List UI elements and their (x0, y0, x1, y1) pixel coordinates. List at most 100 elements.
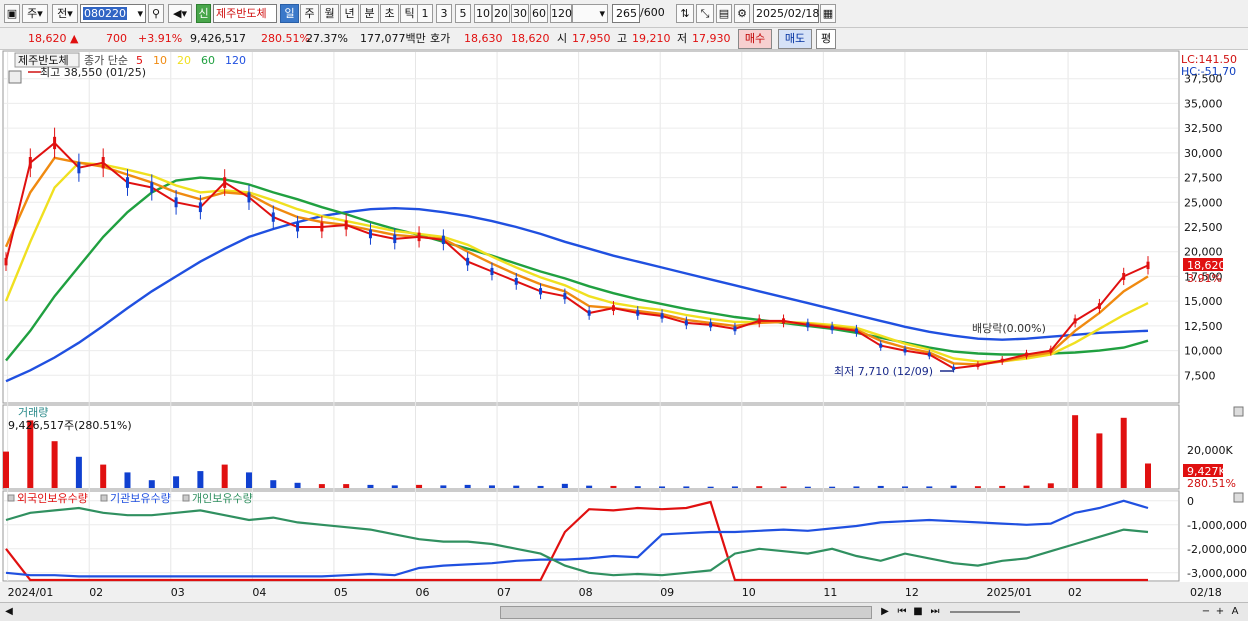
candle-body (854, 328, 858, 334)
interval-tab-5[interactable]: 5 (455, 4, 471, 23)
buy-button[interactable]: 매수 (738, 29, 772, 49)
speaker-icon[interactable]: ◀▾ (168, 4, 192, 23)
high-price: 19,210 (632, 32, 671, 45)
eval-button[interactable]: 평 (816, 29, 836, 49)
candle-body (466, 257, 470, 266)
interval-dropdown[interactable]: ▾ (572, 4, 608, 23)
interval-tab-60[interactable]: 60 (530, 4, 548, 23)
interval-tab-20[interactable]: 20 (492, 4, 510, 23)
sell-button[interactable]: 매도 (778, 29, 812, 49)
candle-body (441, 235, 445, 245)
volume-bar (294, 482, 301, 488)
x-axis-label: 2024/01 (8, 586, 54, 599)
price-y-tick: 7,500 (1184, 369, 1216, 382)
search-icon[interactable]: ⚲ (148, 4, 164, 23)
price-y-tick: 10,000 (1184, 345, 1223, 358)
rewind-icon[interactable]: ⏮ (894, 605, 910, 619)
interval-tab-30[interactable]: 30 (511, 4, 529, 23)
candle-body (296, 222, 300, 232)
volume-bar (877, 485, 884, 488)
zoom-out-icon[interactable]: − (1200, 605, 1212, 619)
volume-bar (1047, 483, 1054, 488)
candle-body (1025, 352, 1029, 357)
scroll-right-icon[interactable]: ▶ (880, 605, 890, 619)
period-tab-2[interactable]: 월 (320, 4, 339, 23)
type-select[interactable]: 주▾ (22, 4, 48, 23)
volume-bar (902, 486, 909, 488)
menu-icon[interactable]: ▣ (4, 4, 20, 23)
candle-body (879, 343, 883, 348)
volume-bar (464, 484, 471, 488)
count-input[interactable]: 265 (612, 4, 640, 23)
forward-icon[interactable]: ⏭ (928, 605, 942, 619)
calendar-icon[interactable]: ▦ (820, 4, 836, 23)
stock-chart[interactable]: 37,50035,00032,50030,00027,50025,00022,5… (0, 50, 1248, 602)
panel-settings-icon[interactable] (8, 70, 22, 84)
volume-bar (537, 485, 544, 488)
zoom-slider-track[interactable] (950, 611, 1020, 613)
holding-legend-label: 개인보유수량 (192, 492, 253, 505)
volume-bar (1096, 433, 1103, 488)
holdings-y-tick: -1,000,000 (1187, 519, 1247, 532)
period-tab-0[interactable]: 일 (280, 4, 299, 23)
period-tab-3[interactable]: 년 (340, 4, 359, 23)
interval-tab-1[interactable]: 1 (417, 4, 433, 23)
volume-panel (2, 404, 1180, 490)
chevron-down-icon[interactable]: ▾ (137, 5, 143, 22)
holdings-panel-close-icon[interactable] (1233, 492, 1244, 503)
quote-label: 호가 (430, 32, 451, 45)
volume-bar (270, 480, 277, 488)
interval-tab-3[interactable]: 3 (436, 4, 452, 23)
high-annotation: 최고 38,550 (01/25) (40, 66, 146, 79)
candle-body (514, 278, 518, 285)
interval-tab-120[interactable]: 120 (550, 4, 572, 23)
chart-scrollbar[interactable]: ◀ ▶ ⏮ ■ ⏭ − + A (0, 602, 1248, 621)
volume-bar (75, 456, 82, 488)
stock-name[interactable]: 제주반도체 (213, 4, 277, 23)
scroll-thumb[interactable] (500, 606, 872, 619)
price-change: 700 (106, 32, 127, 45)
holdings-y-tick: -2,000,000 (1187, 543, 1247, 556)
ma-legend-20: 20 (177, 54, 191, 67)
zoom-in-icon[interactable]: + (1214, 605, 1226, 619)
holding-legend-marker (100, 494, 108, 502)
volume-bar (829, 486, 836, 488)
new-badge: 신 (196, 4, 211, 23)
low-label: 저 (677, 32, 688, 45)
price-y-tick: 22,500 (1184, 221, 1223, 234)
candle-body (393, 234, 397, 244)
gear-icon[interactable]: ⚙ (734, 4, 750, 23)
price-y-tick: 32,500 (1184, 122, 1223, 135)
price-y-tick: 20,000 (1184, 246, 1223, 259)
prev-select[interactable]: 전▾ (52, 4, 78, 23)
save-icon[interactable]: ▤ (716, 4, 732, 23)
auto-scale-icon[interactable]: A (1228, 605, 1242, 619)
period-tab-4[interactable]: 분 (360, 4, 379, 23)
volume-panel-close-icon[interactable] (1233, 406, 1244, 417)
draw-tool-icon[interactable]: ⤡ (696, 4, 714, 23)
period-tab-5[interactable]: 초 (380, 4, 399, 23)
candle-body (830, 325, 834, 331)
zoom-tool-icon[interactable]: ⇅ (676, 4, 694, 23)
candle-body (344, 220, 348, 230)
volume-bar (3, 451, 9, 488)
stock-code-input[interactable]: 080220 ▾ (80, 4, 146, 23)
x-axis-label: 2025/01 (986, 586, 1032, 599)
x-axis-label: 12 (905, 586, 919, 599)
interval-tab-10[interactable]: 10 (474, 4, 492, 23)
candle-body (1000, 358, 1004, 363)
volume-bar (780, 486, 787, 488)
candle-body (952, 366, 956, 370)
low-annotation: 최저 7,710 (12/09) (834, 365, 933, 378)
stop-icon[interactable]: ■ (912, 605, 924, 619)
date-input[interactable]: 2025/02/18 (753, 4, 819, 23)
count-total: /600 (640, 6, 665, 19)
open-price: 17,950 (572, 32, 611, 45)
candle-body (174, 197, 178, 208)
volume-bar (926, 486, 933, 488)
volume-ratio: 280.51% (261, 32, 310, 45)
candle-body (684, 320, 688, 326)
period-tab-1[interactable]: 주 (300, 4, 319, 23)
price-y-tick: 30,000 (1184, 147, 1223, 160)
scroll-left-icon[interactable]: ◀ (4, 605, 14, 619)
